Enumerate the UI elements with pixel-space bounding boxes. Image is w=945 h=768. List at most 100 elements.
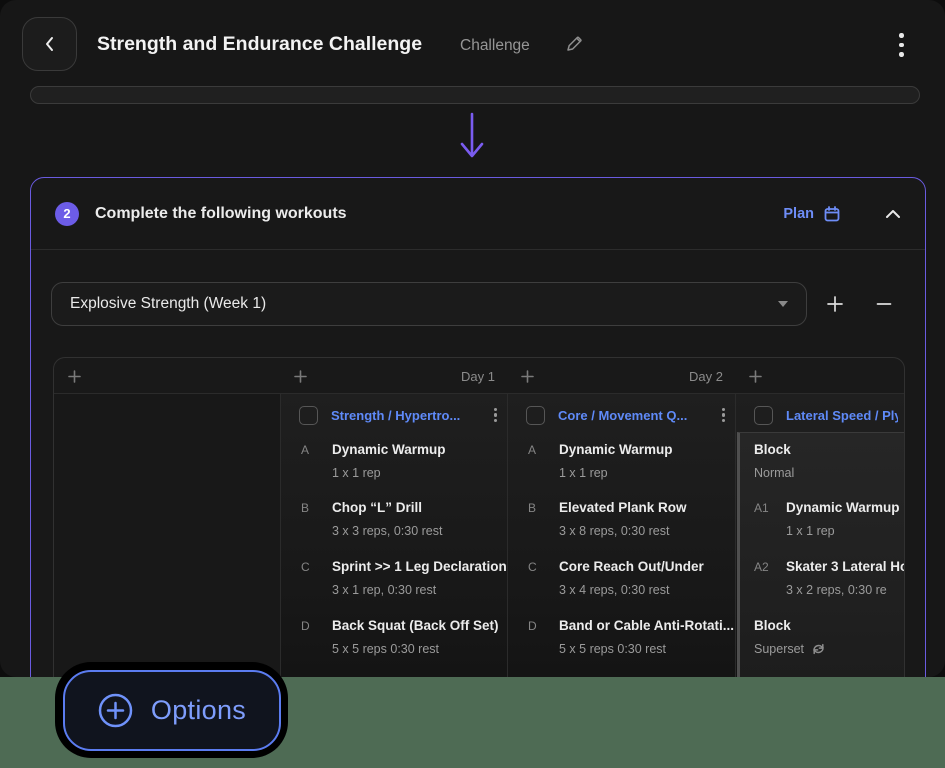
add-column-icon[interactable]: [68, 370, 81, 383]
workout-card-header: Lateral Speed / Ply: [754, 402, 898, 428]
page-title: Strength and Endurance Challenge: [97, 33, 422, 56]
block-label: Block: [754, 618, 791, 633]
exercise-tag: C: [528, 560, 537, 574]
step-card-header: 2 Complete the following workouts Plan: [31, 178, 925, 250]
workout-title-link[interactable]: Strength / Hypertro...: [331, 408, 486, 423]
workout-menu-icon[interactable]: [720, 406, 727, 425]
workout-board: Day 1 Day 2 Strength / Hypertro..: [53, 357, 905, 677]
block-row[interactable]: Block Superset: [735, 618, 905, 670]
board-header-cell: [735, 358, 905, 394]
workout-checkbox[interactable]: [526, 406, 545, 425]
exercise-row[interactable]: A2 Skater 3 Lateral Ho 3 x 2 reps, 0:30 …: [735, 559, 905, 611]
exercise-tag: A2: [754, 560, 769, 574]
exercise-name: Band or Cable Anti-Rotati...: [559, 618, 734, 633]
exercise-tag: A1: [754, 501, 769, 515]
column-divider: [280, 394, 281, 677]
board-header-cell: [54, 358, 280, 394]
workout-checkbox[interactable]: [754, 406, 773, 425]
exercise-row[interactable]: D Band or Cable Anti-Rotati... 5 x 5 rep…: [507, 618, 735, 670]
exercise-tag: C: [301, 560, 310, 574]
exercise-detail: 1 x 1 rep: [786, 524, 835, 538]
exercise-tag: D: [528, 619, 537, 633]
edit-pencil-icon[interactable]: [564, 34, 584, 59]
back-button[interactable]: [22, 17, 77, 71]
exercise-name: Chop “L” Drill: [332, 500, 422, 515]
add-week-button[interactable]: [818, 282, 852, 326]
exercise-row[interactable]: D Back Squat (Back Off Set) 5 x 5 reps 0…: [280, 618, 507, 670]
board-header-cell: Day 1: [280, 358, 507, 394]
options-button-highlight-ring: Options: [55, 662, 288, 758]
block-type: Superset: [754, 642, 804, 656]
chevron-up-icon: [885, 209, 901, 219]
board-column-empty: [54, 394, 280, 677]
board-header-cell: Day 2: [507, 358, 735, 394]
exercise-row[interactable]: C Sprint >> 1 Leg Declarations 3 x 1 rep…: [280, 559, 507, 611]
exercise-row[interactable]: A1 Dynamic Warmup 1 x 1 rep: [735, 500, 905, 552]
exercise-detail: 1 x 1 rep: [559, 466, 608, 480]
board-header: Day 1 Day 2: [54, 358, 904, 394]
exercise-row[interactable]: A Dynamic Warmup 1 x 1 rep: [280, 442, 507, 494]
minus-icon: [875, 295, 893, 313]
exercise-name: Core Reach Out/Under: [559, 559, 704, 574]
board-column-day3: Lateral Speed / Ply Block Normal A1 Dyna…: [735, 394, 905, 677]
workout-title-link[interactable]: Lateral Speed / Ply: [786, 408, 898, 423]
plus-circle-icon: [97, 692, 134, 729]
board-column-day2: Core / Movement Q... A Dynamic Warmup 1 …: [507, 394, 735, 677]
workout-card-header: Core / Movement Q...: [526, 402, 727, 428]
board-body: Strength / Hypertro... A Dynamic Warmup …: [54, 394, 904, 677]
exercise-name: Dynamic Warmup: [559, 442, 673, 457]
exercise-detail: 5 x 5 reps 0:30 rest: [559, 642, 666, 656]
exercise-detail: 3 x 3 reps, 0:30 rest: [332, 524, 442, 538]
calendar-icon: [823, 205, 841, 223]
exercise-detail: 3 x 1 rep, 0:30 rest: [332, 583, 436, 597]
exercise-row[interactable]: C Core Reach Out/Under 3 x 4 reps, 0:30 …: [507, 559, 735, 611]
week-select-dropdown[interactable]: Explosive Strength (Week 1): [51, 282, 807, 326]
workout-checkbox[interactable]: [299, 406, 318, 425]
exercise-name: Dynamic Warmup: [786, 500, 900, 515]
remove-week-button[interactable]: [867, 282, 901, 326]
plan-label: Plan: [783, 206, 814, 222]
repeat-icon: [811, 642, 826, 656]
options-button-label: Options: [151, 695, 246, 726]
exercise-tag: D: [301, 619, 310, 633]
collapse-section-button[interactable]: [885, 209, 901, 219]
step-title: Complete the following workouts: [95, 205, 347, 223]
exercise-row[interactable]: B Elevated Plank Row 3 x 8 reps, 0:30 re…: [507, 500, 735, 552]
workout-menu-icon[interactable]: [492, 406, 499, 425]
collapsed-step-card[interactable]: [30, 86, 920, 104]
exercise-row[interactable]: B Chop “L” Drill 3 x 3 reps, 0:30 rest: [280, 500, 507, 552]
add-workout-icon[interactable]: [294, 370, 307, 383]
exercise-tag: B: [301, 501, 309, 515]
day-label: Day 2: [689, 369, 723, 384]
overflow-menu-icon[interactable]: [897, 31, 906, 59]
add-workout-icon[interactable]: [521, 370, 534, 383]
caret-down-icon: [778, 301, 788, 307]
chevron-left-icon: [41, 35, 59, 53]
exercise-tag: B: [528, 501, 536, 515]
block-type: Normal: [754, 466, 794, 480]
exercise-name: Sprint >> 1 Leg Declarations: [332, 559, 507, 574]
step-card: 2 Complete the following workouts Plan E…: [30, 177, 926, 677]
step-number-badge: 2: [55, 202, 79, 226]
add-workout-icon[interactable]: [749, 370, 762, 383]
exercise-name: Skater 3 Lateral Ho: [786, 559, 905, 574]
exercise-row[interactable]: A Dynamic Warmup 1 x 1 rep: [507, 442, 735, 494]
workout-title-link[interactable]: Core / Movement Q...: [558, 408, 714, 423]
exercise-detail: 5 x 5 reps 0:30 rest: [332, 642, 439, 656]
week-select-value: Explosive Strength (Week 1): [70, 295, 778, 313]
exercise-name: Elevated Plank Row: [559, 500, 687, 515]
exercise-detail: 3 x 2 reps, 0:30 re: [786, 583, 887, 597]
block-label: Block: [754, 442, 791, 457]
plus-icon: [826, 295, 844, 313]
exercise-detail: 3 x 4 reps, 0:30 rest: [559, 583, 669, 597]
exercise-detail: 1 x 1 rep: [332, 466, 381, 480]
exercise-tag: A: [301, 443, 309, 457]
app-window: Strength and Endurance Challenge Challen…: [0, 0, 945, 677]
exercise-name: Back Squat (Back Off Set): [332, 618, 499, 633]
plan-link[interactable]: Plan: [783, 205, 841, 223]
block-row[interactable]: Block Normal: [735, 442, 905, 494]
column-divider: [507, 394, 508, 677]
column-divider: [735, 394, 736, 677]
day-label: Day 1: [461, 369, 495, 384]
options-button[interactable]: Options: [63, 670, 281, 751]
